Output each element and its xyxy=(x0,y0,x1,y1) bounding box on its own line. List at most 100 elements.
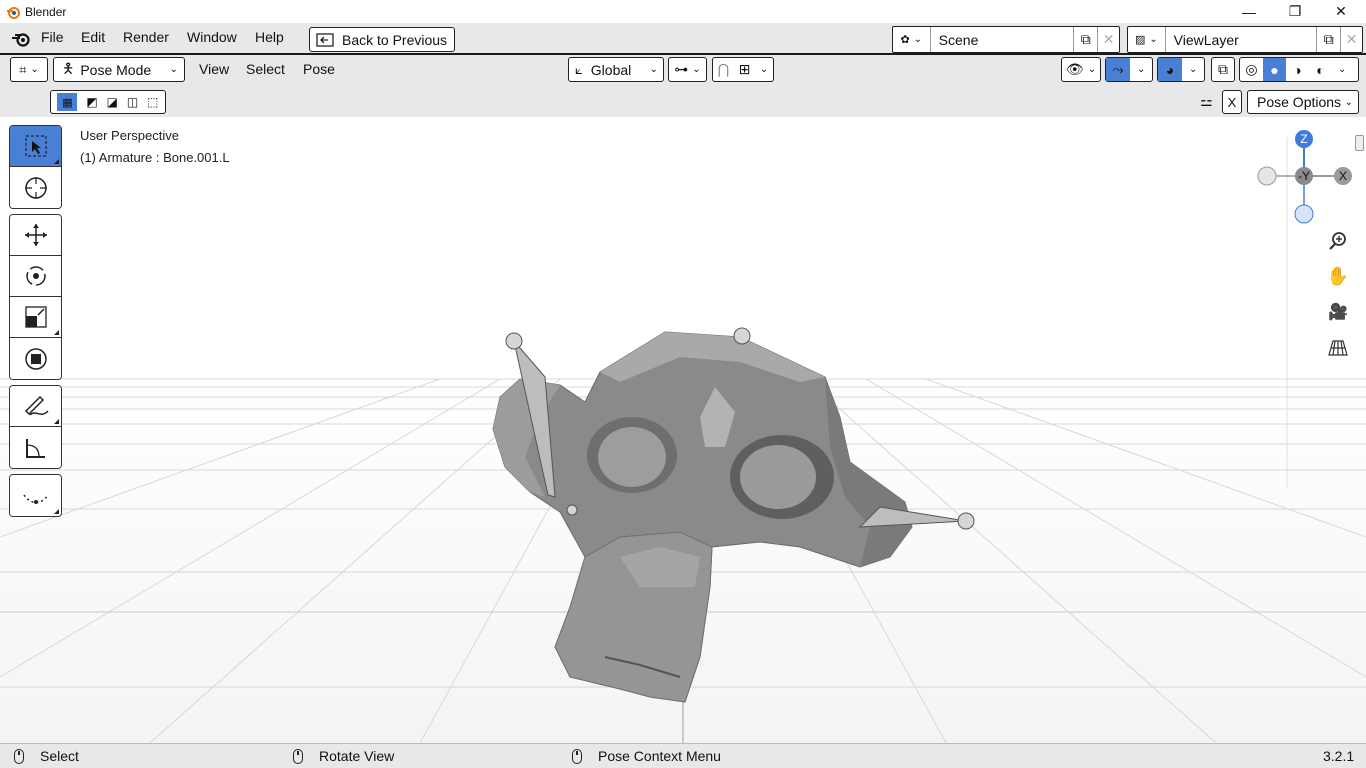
zoom-icon xyxy=(1329,232,1346,250)
scene-selector[interactable]: ✿ ⌄ Scene ⧉ ✕ xyxy=(892,26,1120,53)
gizmo-toggle[interactable]: ⤳ ⌄ xyxy=(1105,57,1153,82)
perspective-label: User Perspective xyxy=(80,128,179,143)
move-icon xyxy=(24,224,47,246)
menu-help[interactable]: Help xyxy=(255,29,284,45)
delete-viewlayer-icon[interactable]: ✕ xyxy=(1340,27,1362,52)
scale-icon xyxy=(24,306,47,328)
status-rotate: Rotate View xyxy=(293,748,394,764)
rendered-shading-icon[interactable]: ◐ xyxy=(1309,58,1332,81)
rotate-icon xyxy=(25,266,46,286)
camera-icon: 🎥 xyxy=(1328,304,1348,321)
pan-button[interactable]: ✋ xyxy=(1327,265,1349,287)
navigation-gizmo[interactable]: Z -Y X xyxy=(1250,122,1360,232)
menu-select[interactable]: Select xyxy=(246,61,285,77)
menu-render[interactable]: Render xyxy=(123,29,169,45)
gizmo-icon[interactable]: ⤳ xyxy=(1106,58,1130,81)
tool-group-bone xyxy=(9,474,62,517)
overlays-icon[interactable]: ◕ xyxy=(1158,58,1182,81)
ortho-toggle-button[interactable] xyxy=(1327,337,1349,359)
pivot-point-dropdown[interactable]: ⊶ ⌄ xyxy=(668,57,707,82)
xray-toggle[interactable]: ⧉ xyxy=(1211,57,1235,82)
editor-type-button[interactable]: ⌗ ⌄ xyxy=(10,57,48,82)
new-viewlayer-icon[interactable]: ⧉ xyxy=(1316,27,1340,52)
scene-browse-icon[interactable]: ✿ ⌄ xyxy=(893,27,931,52)
pose-mode-icon: 🯅 xyxy=(62,59,75,76)
annotate-pencil-icon xyxy=(24,395,49,416)
chevron-down-icon[interactable]: ⌄ xyxy=(1189,64,1197,75)
viewlayer-browse-icon[interactable]: ▨ ⌄ xyxy=(1128,27,1166,52)
rotate-tool[interactable] xyxy=(10,256,61,297)
zoom-button[interactable] xyxy=(1327,230,1349,252)
mirror-icon[interactable]: ⚍ xyxy=(1200,93,1213,110)
scale-tool[interactable] xyxy=(10,297,61,338)
mouse-middle-icon xyxy=(293,748,303,764)
viewlayer-name[interactable]: ViewLayer xyxy=(1174,32,1317,48)
overlays-toggle[interactable]: ◕ ⌄ xyxy=(1157,57,1205,82)
back-to-previous-button[interactable]: Back to Previous xyxy=(309,27,455,52)
status-select-label: Select xyxy=(40,748,79,764)
material-shading-icon[interactable]: ◑ xyxy=(1286,58,1309,81)
pose-options-dropdown[interactable]: Pose Options ⌄ xyxy=(1247,90,1359,114)
restore-icon: ❐ xyxy=(1288,3,1302,19)
restore-button[interactable]: ❐ xyxy=(1272,0,1318,23)
select-box-icon xyxy=(25,135,46,157)
sidebar-toggle-handle[interactable] xyxy=(1355,135,1364,151)
viewlayer-selector[interactable]: ▨ ⌄ ViewLayer ⧉ ✕ xyxy=(1127,26,1363,53)
measure-tool[interactable] xyxy=(10,427,61,468)
blender-menu-icon[interactable] xyxy=(10,31,32,47)
mouse-right-icon xyxy=(572,748,582,764)
new-scene-icon[interactable]: ⧉ xyxy=(1073,27,1097,52)
menu-file[interactable]: File xyxy=(41,29,64,45)
gizmo-z-label: Z xyxy=(1300,132,1307,146)
chevron-down-icon: ⌄ xyxy=(169,64,178,75)
mode-dropdown[interactable]: 🯅 Pose Mode ⌄ xyxy=(53,57,185,82)
viewport-header: ⌗ ⌄ 🯅 Pose Mode ⌄ View Select Pose ⟀ Glob… xyxy=(0,55,1366,117)
visibility-dropdown[interactable]: 👁 ⌄ xyxy=(1061,57,1101,82)
magnet-icon[interactable]: ⋂ xyxy=(718,61,729,78)
select-extend-icon[interactable]: ◩ xyxy=(86,95,97,109)
select-invert-icon[interactable]: ◫ xyxy=(127,95,138,109)
blender-logo-icon xyxy=(7,6,20,19)
shading-modes[interactable]: ◎ ● ◑ ◐ ⌄ xyxy=(1239,57,1359,82)
solid-shading-icon[interactable]: ● xyxy=(1263,58,1286,81)
select-intersect-icon[interactable]: ⬚ xyxy=(147,95,158,109)
move-tool[interactable] xyxy=(10,215,61,256)
tool-group-select xyxy=(9,125,62,209)
menu-edit[interactable]: Edit xyxy=(81,29,105,45)
select-mode-group[interactable]: ▦ ◩ ◪ ◫ ⬚ xyxy=(50,90,166,114)
select-subtract-icon[interactable]: ◪ xyxy=(107,95,118,109)
annotate-tool[interactable] xyxy=(10,386,61,427)
back-icon xyxy=(316,32,334,47)
scene-name[interactable]: Scene xyxy=(939,32,1074,48)
select-box-tool[interactable] xyxy=(10,126,61,167)
mirror-x-toggle[interactable]: X xyxy=(1222,90,1242,114)
snap-controls[interactable]: ⋂ ⊞ ⌄ xyxy=(712,57,774,82)
close-button[interactable]: ✕ xyxy=(1318,0,1364,23)
relax-pose-tool[interactable] xyxy=(10,475,61,516)
minimize-button[interactable]: — xyxy=(1226,0,1272,23)
viewport-scene[interactable] xyxy=(0,117,1366,743)
menu-view[interactable]: View xyxy=(199,61,229,77)
chevron-down-icon[interactable]: ⌄ xyxy=(1338,64,1346,75)
status-select: Select xyxy=(14,748,79,764)
measure-ruler-icon xyxy=(25,438,45,458)
orientation-dropdown[interactable]: ⟀ Global ⌄ xyxy=(568,57,664,82)
chevron-down-icon[interactable]: ⌄ xyxy=(1137,64,1145,75)
pose-curve-icon xyxy=(22,494,49,504)
select-new-icon[interactable]: ▦ xyxy=(57,93,78,111)
wireframe-shading-icon[interactable]: ◎ xyxy=(1240,58,1263,81)
3d-viewport[interactable]: User Perspective (1) Armature : Bone.001… xyxy=(0,117,1366,743)
delete-scene-icon[interactable]: ✕ xyxy=(1097,27,1119,52)
menu-pose[interactable]: Pose xyxy=(303,61,335,77)
chevron-down-icon: ⌄ xyxy=(649,64,658,75)
editor-type-icon: ⌗ xyxy=(19,61,27,77)
eye-icon: 👁 xyxy=(1065,61,1084,77)
camera-view-button[interactable]: 🎥 xyxy=(1327,301,1349,323)
object-info-label: (1) Armature : Bone.001.L xyxy=(80,150,230,165)
snap-increment-icon[interactable]: ⊞ xyxy=(739,61,751,78)
transform-tool[interactable] xyxy=(10,338,61,379)
menu-window[interactable]: Window xyxy=(187,29,237,45)
cursor-tool[interactable] xyxy=(10,167,61,208)
gizmo-x-label: X xyxy=(1339,169,1347,183)
status-rotate-label: Rotate View xyxy=(319,748,395,764)
